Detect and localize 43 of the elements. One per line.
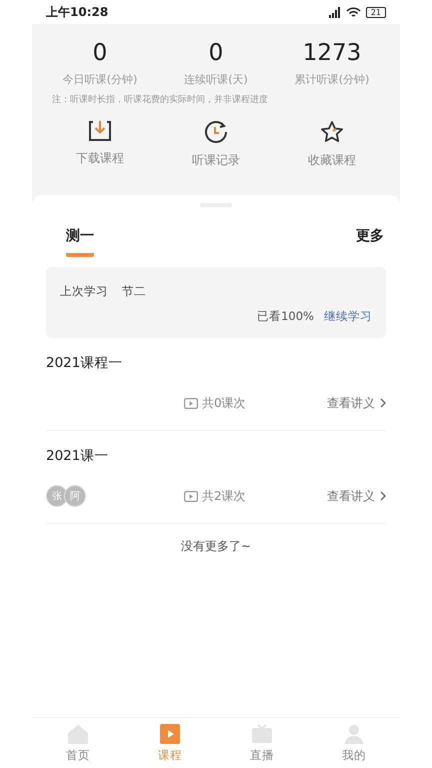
play-icon [160, 724, 180, 744]
course-tab[interactable]: 测一 [66, 227, 94, 257]
lesson-name: 节二 [122, 284, 146, 299]
home-icon [67, 724, 89, 744]
chevron-right-icon [380, 398, 386, 408]
progress-text: 已看100% [257, 309, 314, 324]
download-icon [88, 120, 112, 142]
nav-item[interactable]: 我的 [308, 718, 400, 768]
continue-link[interactable]: 继续学习 [324, 309, 372, 324]
nav-item[interactable]: 课程 [124, 718, 216, 768]
course-title: 2021课一 [46, 447, 110, 465]
view-notes-link[interactable]: 查看讲义 [327, 394, 386, 412]
battery-icon: 21 [366, 6, 386, 18]
last-study-label: 上次学习 [60, 284, 108, 299]
nav-item[interactable]: 直播 [216, 718, 308, 768]
teacher-avatar: 张 [46, 485, 68, 507]
person-icon [344, 724, 364, 744]
video-icon [184, 398, 198, 408]
stat-value: 0 [92, 40, 108, 66]
more-link[interactable]: 更多 [356, 227, 384, 245]
chevron-right-icon [380, 491, 386, 501]
stat-value: 1273 [302, 40, 362, 66]
shortcut-button[interactable]: 下载课程 [42, 120, 158, 169]
shortcut-button[interactable]: 收藏课程 [274, 120, 390, 169]
shortcut-button[interactable]: 听课记录 [158, 120, 274, 169]
wifi-icon [346, 6, 361, 18]
note-text: 注：听课时长指，听课花费的实际时间，并非课程进度 [52, 94, 269, 106]
stat-label: 今日听课(分钟) [62, 72, 138, 87]
end-of-list-text: 没有更多了~ [180, 538, 252, 555]
star-icon [320, 120, 344, 144]
clock-icon [204, 120, 228, 144]
status-time: 上午10:28 [46, 4, 108, 20]
stat-label: 连续听课(天) [184, 72, 248, 87]
view-notes-link[interactable]: 查看讲义 [327, 488, 386, 504]
course-title: 2021课程一 [46, 354, 124, 372]
tv-icon [251, 724, 273, 744]
nav-item[interactable]: 首页 [32, 718, 124, 768]
stat-value: 0 [208, 40, 224, 66]
stat-label: 累计听课(分钟) [294, 72, 370, 87]
video-icon [184, 490, 198, 502]
lesson-count: 共2课次 [202, 488, 246, 504]
lesson-count: 共0课次 [202, 394, 246, 412]
teacher-avatar: 阿 [64, 485, 86, 507]
